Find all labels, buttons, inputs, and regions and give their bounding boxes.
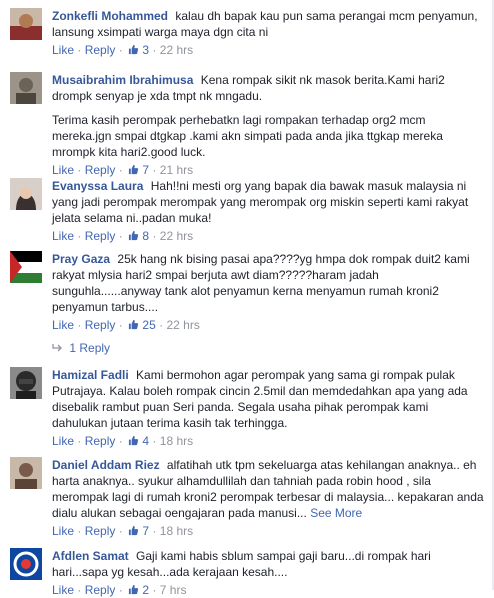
like-count[interactable]: 7 <box>142 524 149 538</box>
avatar[interactable] <box>10 367 42 399</box>
like-button[interactable]: Like <box>52 229 74 243</box>
thumbs-up-icon <box>128 435 139 446</box>
avatar-image <box>10 72 42 104</box>
avatar-image <box>10 178 42 210</box>
avatar[interactable] <box>10 457 42 489</box>
comment-actions: Like · Reply · 4 · 18 hrs <box>52 434 194 448</box>
reply-arrow-icon <box>52 340 66 356</box>
like-button[interactable]: Like <box>52 43 74 57</box>
reply-button[interactable]: Reply <box>85 43 116 57</box>
comment-text: 25k hang nk bising pasai apa????yg hmpa … <box>52 252 470 314</box>
avatar[interactable] <box>10 548 42 580</box>
reply-button[interactable]: Reply <box>85 229 116 243</box>
thumbs-up-icon <box>128 525 139 536</box>
like-count[interactable]: 3 <box>142 43 149 57</box>
like-button[interactable]: Like <box>52 524 74 538</box>
reply-button[interactable]: Reply <box>85 318 116 332</box>
timestamp[interactable]: 22 hrs <box>160 43 193 57</box>
avatar-image <box>10 548 42 580</box>
like-count[interactable]: 2 <box>142 583 149 597</box>
comment-actions: Like · Reply · 2 · 7 hrs <box>52 583 187 597</box>
like-count[interactable]: 4 <box>142 434 149 448</box>
like-button[interactable]: Like <box>52 318 74 332</box>
thumbs-up-icon <box>128 230 139 241</box>
timestamp[interactable]: 18 hrs <box>160 524 193 538</box>
timestamp[interactable]: 7 hrs <box>160 583 187 597</box>
avatar[interactable] <box>10 8 42 40</box>
like-button[interactable]: Like <box>52 583 74 597</box>
author-name[interactable]: Musaibrahim Ibrahimusa <box>52 73 193 87</box>
avatar-image <box>10 457 42 489</box>
like-count[interactable]: 7 <box>142 163 149 177</box>
comment-actions: Like · Reply · 25 · 22 hrs <box>52 318 200 332</box>
comment-actions: Like · Reply · 7 · 18 hrs <box>52 524 194 538</box>
timestamp[interactable]: 22 hrs <box>166 318 199 332</box>
timestamp[interactable]: 21 hrs <box>160 163 193 177</box>
like-button[interactable]: Like <box>52 434 74 448</box>
avatar-image <box>10 8 42 40</box>
comment-actions: Like · Reply · 3 · 22 hrs <box>52 43 194 57</box>
author-name[interactable]: Zonkefli Mohammed <box>52 9 168 23</box>
timestamp[interactable]: 18 hrs <box>160 434 193 448</box>
timestamp[interactable]: 22 hrs <box>160 229 193 243</box>
reply-button[interactable]: Reply <box>85 524 116 538</box>
thumbs-up-icon <box>128 44 139 55</box>
comment-actions: Like · Reply · 8 · 22 hrs <box>52 229 194 243</box>
author-name[interactable]: Daniel Addam Riez <box>52 458 160 472</box>
author-name[interactable]: Evanyssa Laura <box>52 179 143 193</box>
replies-count-label[interactable]: 1 Reply <box>69 341 110 355</box>
like-button[interactable]: Like <box>52 163 74 177</box>
reply-button[interactable]: Reply <box>85 434 116 448</box>
avatar-image <box>10 367 42 399</box>
view-replies-link[interactable]: 1 Reply <box>52 340 110 356</box>
reply-button[interactable]: Reply <box>85 163 116 177</box>
author-name[interactable]: Hamizal Fadli <box>52 368 129 382</box>
thumbs-up-icon <box>128 164 139 175</box>
comment-text: Terima kasih perompak perhebatkn lagi ro… <box>52 113 443 159</box>
avatar[interactable] <box>10 178 42 210</box>
like-count[interactable]: 25 <box>142 318 155 332</box>
avatar[interactable] <box>10 251 42 283</box>
thumbs-up-icon <box>128 319 139 330</box>
see-more-link[interactable]: See More <box>310 506 362 520</box>
reply-button[interactable]: Reply <box>85 583 116 597</box>
author-name[interactable]: Pray Gaza <box>52 252 110 266</box>
comment-actions: Like · Reply · 7 · 21 hrs <box>52 163 194 177</box>
avatar[interactable] <box>10 72 42 104</box>
avatar-image <box>10 251 42 283</box>
author-name[interactable]: Afdlen Samat <box>52 549 129 563</box>
like-count[interactable]: 8 <box>142 229 149 243</box>
